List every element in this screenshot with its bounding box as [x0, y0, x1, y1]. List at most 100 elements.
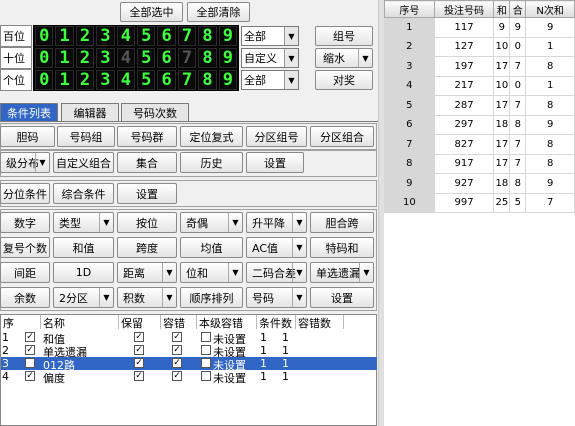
digit-cell[interactable]: 9: [218, 26, 238, 46]
chevron-down-icon[interactable]: ▼: [292, 288, 306, 307]
condition-button[interactable]: 和值: [53, 237, 114, 258]
table-row[interactable]: 2 127 10 0 1: [384, 36, 575, 57]
condition-button[interactable]: 间距: [0, 262, 50, 283]
condition-button[interactable]: 复号个数: [0, 237, 50, 258]
digit-cell[interactable]: 0: [35, 70, 54, 90]
chevron-down-icon[interactable]: ▼: [228, 213, 242, 232]
condition-button[interactable]: 分区组号: [246, 126, 307, 147]
condition-button[interactable]: 级分布 ▼: [0, 152, 50, 173]
tab-number-count[interactable]: 号码次数: [121, 103, 189, 121]
digit-cell[interactable]: 3: [96, 26, 115, 46]
table-row[interactable]: 10 997 25 5 7: [384, 192, 575, 213]
digit-filter-select[interactable]: 自定义 ▼: [241, 48, 299, 68]
condition-list[interactable]: 序名称 保留 容错 本级容错 条件数 容错数 1 ✓ 和值 ✓ ✓ 未设置 1 1 2 ✓ 单选遗漏 ✓ ✓ 未设置…: [0, 314, 377, 426]
condition-button[interactable]: 类型 ▼: [53, 212, 114, 233]
digit-cell[interactable]: 7: [177, 26, 197, 46]
condition-button[interactable]: 自定义组合: [53, 152, 114, 173]
table-header-cell[interactable]: 投注号码: [433, 0, 495, 18]
table-header-cell[interactable]: 序号: [384, 0, 435, 18]
condition-button[interactable]: 集合: [117, 152, 177, 173]
condition-button[interactable]: 特码和: [310, 237, 374, 258]
checkbox-keep[interactable]: ✓: [134, 332, 144, 342]
digit-cell[interactable]: 5: [137, 26, 156, 46]
table-row[interactable]: 3 197 17 7 8: [384, 56, 575, 77]
chevron-down-icon[interactable]: ▼: [359, 263, 373, 282]
condition-button[interactable]: 号码 ▼: [246, 287, 307, 308]
digit-cell[interactable]: 8: [198, 26, 217, 46]
checkbox-enable[interactable]: ✓: [25, 371, 35, 381]
digit-cell[interactable]: 9: [218, 70, 238, 90]
digit-cell[interactable]: 6: [157, 26, 176, 46]
digit-cell[interactable]: 9: [218, 48, 238, 68]
list-item[interactable]: 2 ✓ 单选遗漏 ✓ ✓ 未设置 1 1: [1, 344, 377, 359]
checkbox-enable[interactable]: ✓: [25, 345, 35, 355]
chevron-down-icon[interactable]: ▼: [99, 288, 113, 307]
condition-button[interactable]: 奇偶 ▼: [180, 212, 243, 233]
condition-button[interactable]: AC值 ▼: [246, 237, 307, 258]
chevron-down-icon[interactable]: ▼: [284, 27, 298, 45]
table-row[interactable]: 7 827 17 7 8: [384, 134, 575, 155]
condition-button[interactable]: 顺序排列: [180, 287, 243, 308]
digit-cell[interactable]: 1: [55, 26, 74, 46]
list-item[interactable]: 1 ✓ 和值 ✓ ✓ 未设置 1 1: [1, 331, 377, 346]
checkbox-keep[interactable]: ✓: [134, 371, 144, 381]
condition-button[interactable]: 数字: [0, 212, 50, 233]
condition-button[interactable]: 按位: [117, 212, 177, 233]
checkbox-level-tolerance[interactable]: [201, 358, 211, 368]
chevron-down-icon[interactable]: ▼: [292, 238, 306, 257]
tab-editor[interactable]: 编辑器: [61, 103, 119, 121]
digit-cell[interactable]: 4: [116, 48, 136, 68]
clear-all-button[interactable]: 全部清除: [187, 2, 250, 22]
checkbox-tolerance[interactable]: ✓: [172, 358, 182, 368]
table-header-cell[interactable]: 和: [493, 0, 511, 18]
condition-button[interactable]: 历史: [180, 152, 243, 173]
condition-button[interactable]: 设置: [117, 183, 177, 204]
checkbox-enable[interactable]: [25, 358, 35, 368]
condition-button[interactable]: 距离 ▼: [117, 262, 177, 283]
list-item[interactable]: 4 ✓ 偏度 ✓ ✓ 未设置 1 1: [1, 370, 377, 385]
condition-button[interactable]: 积数 ▼: [117, 287, 177, 308]
checkbox-level-tolerance[interactable]: [201, 371, 211, 381]
digit-filter-select[interactable]: 全部 ▼: [241, 70, 299, 90]
checkbox-tolerance[interactable]: ✓: [172, 332, 182, 342]
condition-button[interactable]: 位和 ▼: [180, 262, 243, 283]
digit-cell[interactable]: 8: [198, 70, 217, 90]
condition-button[interactable]: 定位复式: [180, 126, 243, 147]
chevron-down-icon[interactable]: ▼: [162, 288, 176, 307]
digit-cell[interactable]: 2: [75, 48, 95, 68]
table-row[interactable]: 1 117 9 9 9: [384, 17, 575, 38]
condition-button[interactable]: 余数: [0, 287, 50, 308]
digit-cell[interactable]: 3: [96, 70, 115, 90]
chevron-down-icon[interactable]: ▼: [284, 71, 298, 89]
chevron-down-icon[interactable]: ▼: [358, 49, 372, 67]
chevron-down-icon[interactable]: ▼: [292, 263, 306, 282]
list-item[interactable]: 3 012路 ✓ ✓ 未设置 1 1: [1, 357, 377, 372]
condition-button[interactable]: 分区组合: [310, 126, 374, 147]
digit-filter-select[interactable]: 全部 ▼: [241, 26, 299, 46]
digit-cell[interactable]: 7: [177, 70, 197, 90]
condition-button[interactable]: 单选遗漏 ▼: [310, 262, 374, 283]
condition-button[interactable]: 二码合差 ▼: [246, 262, 307, 283]
digit-cell[interactable]: 8: [198, 48, 217, 68]
chevron-down-icon[interactable]: ▼: [292, 213, 306, 232]
checkbox-keep[interactable]: ✓: [134, 345, 144, 355]
table-row[interactable]: 5 287 17 7 8: [384, 95, 575, 116]
chevron-down-icon[interactable]: ▼: [284, 49, 298, 67]
checkbox-enable[interactable]: ✓: [25, 332, 35, 342]
table-header-cell[interactable]: 合: [509, 0, 527, 18]
digit-cell[interactable]: 4: [116, 70, 136, 90]
condition-button[interactable]: 胆合跨: [310, 212, 374, 233]
digit-cell[interactable]: 1: [55, 70, 74, 90]
condition-button[interactable]: 均值: [180, 237, 243, 258]
chevron-down-icon[interactable]: ▼: [35, 153, 49, 172]
digit-cell[interactable]: 6: [157, 70, 176, 90]
checkbox-level-tolerance[interactable]: [201, 332, 211, 342]
digit-cell[interactable]: 7: [177, 48, 197, 68]
table-row[interactable]: 8 917 17 7 8: [384, 153, 575, 174]
shrink-dropdown-button[interactable]: 缩水 ▼: [315, 48, 373, 68]
group-button[interactable]: 组号: [315, 26, 373, 46]
digit-cell[interactable]: 2: [75, 70, 95, 90]
condition-button[interactable]: 综合条件: [53, 183, 114, 204]
checkbox-keep[interactable]: ✓: [134, 358, 144, 368]
table-row[interactable]: 6 297 18 8 9: [384, 114, 575, 135]
